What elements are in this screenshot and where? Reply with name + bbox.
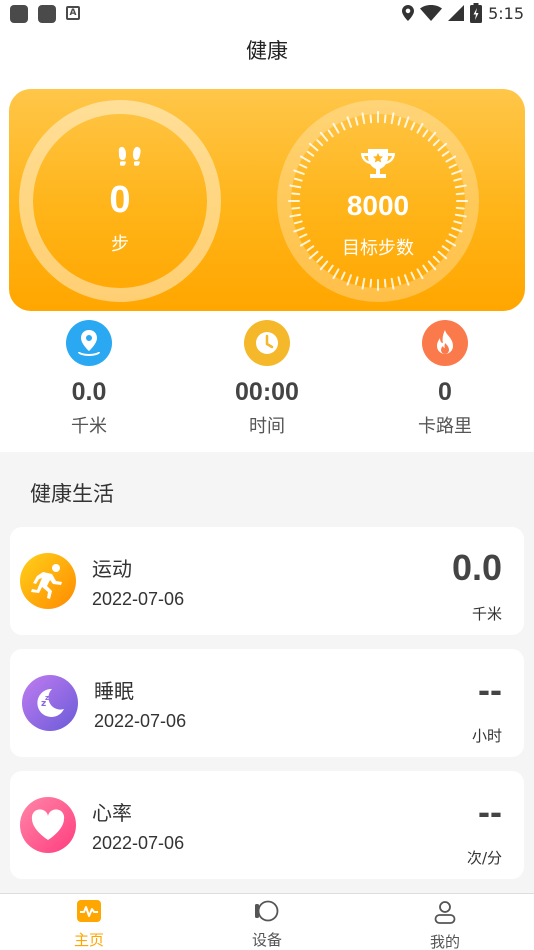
user-icon	[434, 901, 456, 924]
tab-device-label: 设备	[251, 931, 282, 949]
step-summary-card: 0 步 8000 目标步数	[9, 89, 525, 311]
battery-icon	[470, 3, 483, 23]
location-pin-icon	[66, 320, 112, 366]
moon-icon: zz	[22, 675, 78, 731]
heart-rate-title: 心率	[92, 801, 132, 825]
trophy-icon	[361, 149, 395, 178]
location-icon	[402, 5, 415, 21]
calories-value: 0	[438, 378, 452, 406]
footprints-icon	[118, 146, 141, 166]
clock-time: 5:15	[488, 3, 524, 23]
list-item-exercise[interactable]: 运动 2022-07-06 0.0 千米	[10, 527, 524, 635]
clock-icon	[244, 320, 290, 366]
distance-value: 0.0	[71, 378, 107, 406]
list-item-heart-rate[interactable]: 心率 2022-07-06 -- 次/分	[10, 771, 524, 879]
a-badge-icon: A	[66, 6, 80, 20]
heart-rate-unit: 次/分	[466, 849, 502, 867]
time-stat: 00:00 时间	[197, 320, 337, 438]
distance-label: 千米	[71, 416, 107, 437]
tab-device[interactable]: 设备	[207, 900, 327, 950]
time-label: 时间	[249, 416, 285, 437]
watch-icon	[255, 900, 279, 922]
wifi-icon	[420, 5, 443, 21]
notification-icon	[10, 5, 28, 23]
status-bar: A 5:15	[0, 0, 534, 28]
tab-home[interactable]: 主页	[29, 900, 149, 950]
exercise-date: 2022-07-06	[92, 589, 185, 609]
heart-rate-date: 2022-07-06	[92, 833, 185, 853]
page-title: 健康	[246, 39, 288, 63]
bottom-tab-bar: 主页 设备 我的	[0, 893, 534, 950]
tab-home-label: 主页	[73, 931, 104, 949]
heart-rate-value: --	[478, 791, 502, 832]
notification-icon	[38, 5, 56, 23]
flame-icon	[422, 320, 468, 366]
sleep-title: 睡眠	[94, 679, 134, 703]
list-item-sleep[interactable]: zz 睡眠 2022-07-06 -- 小时	[10, 649, 524, 757]
tab-profile-label: 我的	[429, 933, 460, 950]
exercise-value: 0.0	[451, 547, 502, 588]
goal-ring: 8000 目标步数	[277, 100, 479, 302]
steps-ring: 0 步	[19, 100, 221, 302]
goal-steps: 8000	[346, 190, 410, 221]
calories-label: 卡路里	[418, 416, 472, 437]
running-icon	[20, 553, 76, 609]
distance-stat: 0.0 千米	[19, 320, 159, 438]
calories-stat: 0 卡路里	[375, 320, 515, 438]
goal-label: 目标步数	[342, 238, 414, 259]
app-header: 健康	[0, 28, 534, 80]
exercise-title: 运动	[92, 557, 132, 581]
sleep-date: 2022-07-06	[94, 711, 187, 731]
signal-icon	[448, 5, 465, 21]
exercise-unit: 千米	[471, 605, 502, 623]
steps-count: 0	[109, 179, 131, 221]
tab-profile[interactable]: 我的	[385, 900, 505, 950]
section-title: 健康生活	[30, 482, 114, 506]
sleep-value: --	[478, 669, 502, 710]
heart-icon	[20, 797, 76, 853]
time-value: 00:00	[235, 378, 299, 406]
sleep-unit: 小时	[471, 727, 502, 745]
pulse-icon	[77, 900, 101, 922]
svg-text:z: z	[45, 694, 49, 702]
steps-label: 步	[111, 234, 129, 255]
